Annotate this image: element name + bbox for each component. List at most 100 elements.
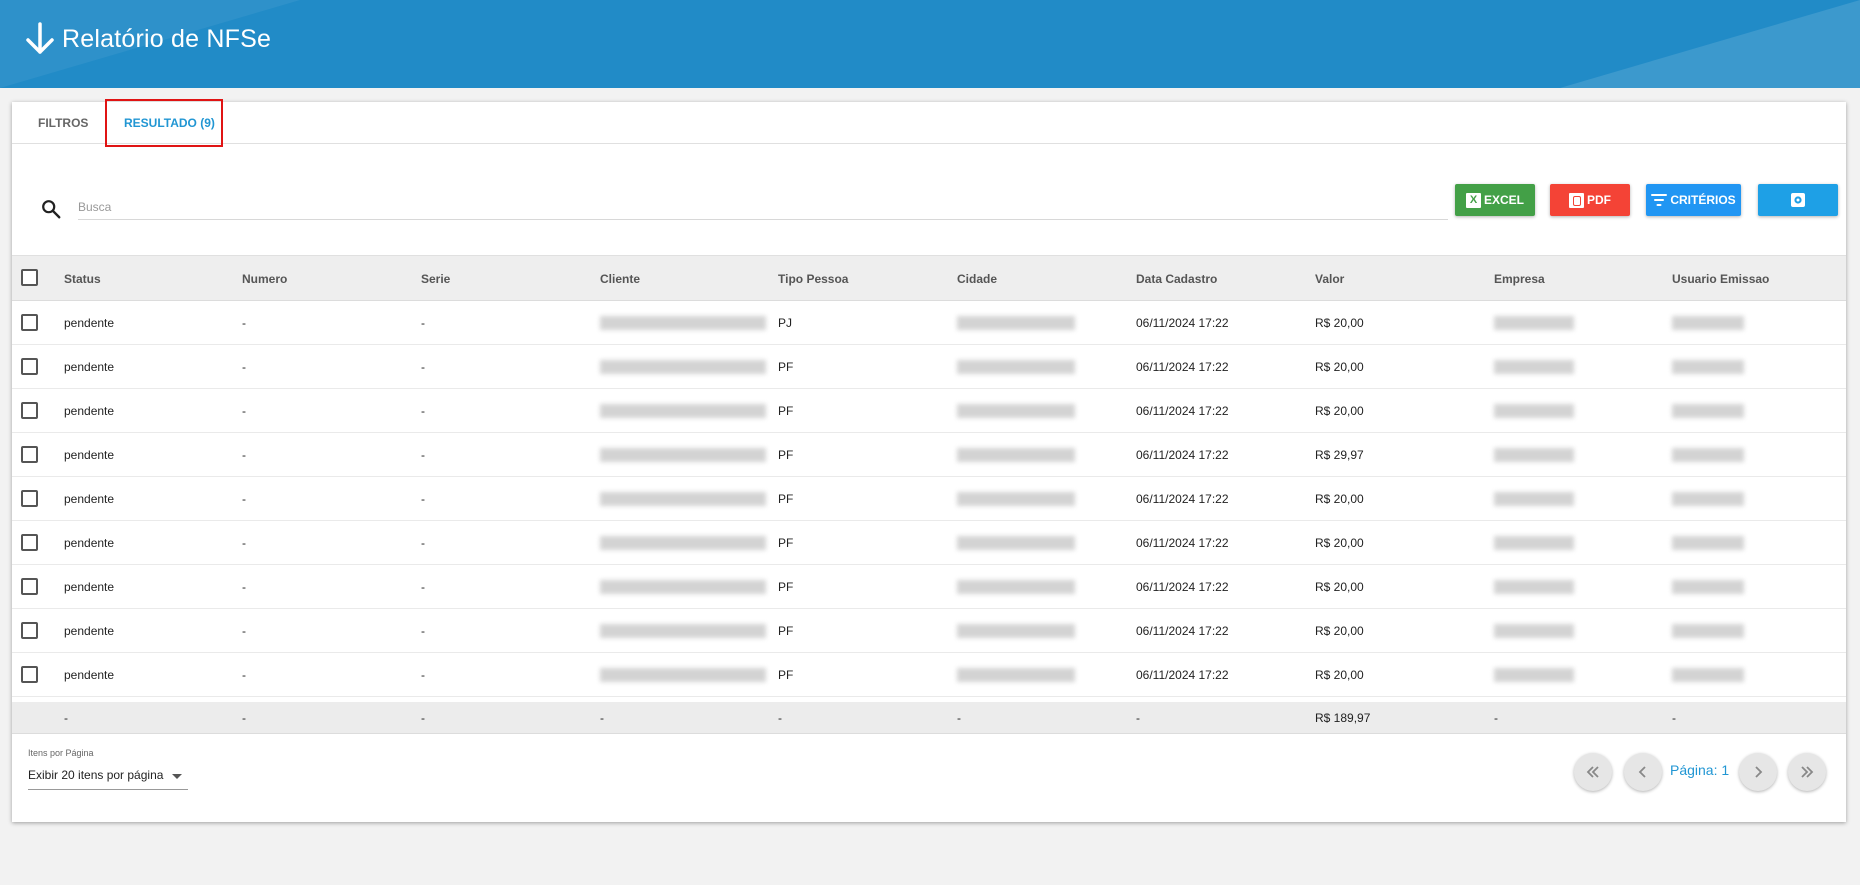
items-per-page-select[interactable]: Exibir 20 itens por página xyxy=(28,764,188,790)
cell-tipo-pessoa: PF xyxy=(778,624,794,638)
row-checkbox[interactable] xyxy=(21,490,38,507)
cell-status: pendente xyxy=(64,448,115,462)
cell-numero: - xyxy=(242,360,246,374)
column-header[interactable]: Usuario Emissao xyxy=(1672,256,1769,302)
cell-data-cadastro: 06/11/2024 17:22 xyxy=(1136,448,1229,462)
table-row[interactable]: pendente - - PF 06/11/2024 17:22 R$ 29,97 xyxy=(12,433,1846,477)
cell-usuario-redacted xyxy=(1672,624,1744,638)
column-header[interactable]: Serie xyxy=(421,256,450,302)
row-checkbox[interactable] xyxy=(21,314,38,331)
cell-status: pendente xyxy=(64,668,115,682)
cell-cidade-redacted xyxy=(957,448,1075,462)
column-header[interactable]: Cidade xyxy=(957,256,997,302)
previous-page-button[interactable] xyxy=(1624,753,1662,791)
search-bar xyxy=(28,186,1448,220)
cell-numero: - xyxy=(242,536,246,550)
report-card: FILTROS RESULTADO (9) X EXCEL PDF CRITÉR… xyxy=(12,99,1846,822)
table-row[interactable]: pendente - - PF 06/11/2024 17:22 R$ 20,00 xyxy=(12,521,1846,565)
tab-filtros[interactable]: FILTROS xyxy=(38,102,88,144)
chevron-right-icon xyxy=(1755,766,1763,778)
row-checkbox[interactable] xyxy=(21,402,38,419)
cell-cliente-redacted xyxy=(600,448,766,462)
column-header[interactable]: Empresa xyxy=(1494,256,1545,302)
settings-button[interactable] xyxy=(1758,184,1838,216)
column-header[interactable]: Data Cadastro xyxy=(1136,256,1217,302)
pdf-button[interactable]: PDF xyxy=(1550,184,1630,216)
column-header[interactable]: Status xyxy=(64,256,101,302)
cell-status: pendente xyxy=(64,492,115,506)
column-header[interactable]: Tipo Pessoa xyxy=(778,256,848,302)
cell-tipo-pessoa: PJ xyxy=(778,316,793,330)
row-checkbox[interactable] xyxy=(21,534,38,551)
cell-usuario-redacted xyxy=(1672,668,1744,682)
total-status: - xyxy=(64,711,68,725)
cell-data-cadastro: 06/11/2024 17:22 xyxy=(1136,580,1229,594)
cell-empresa-redacted xyxy=(1494,360,1574,374)
cell-valor: R$ 20,00 xyxy=(1315,492,1364,506)
total-numero: - xyxy=(242,711,246,725)
cell-usuario-redacted xyxy=(1672,316,1744,330)
cell-data-cadastro: 06/11/2024 17:22 xyxy=(1136,624,1229,638)
excel-button[interactable]: X EXCEL xyxy=(1455,184,1535,216)
cell-tipo-pessoa: PF xyxy=(778,536,794,550)
cell-numero: - xyxy=(242,492,246,506)
table-row[interactable]: pendente - - PF 06/11/2024 17:22 R$ 20,00 xyxy=(12,389,1846,433)
column-header[interactable]: Valor xyxy=(1315,256,1344,302)
select-all-checkbox[interactable] xyxy=(21,269,38,286)
pdf-icon xyxy=(1569,192,1584,208)
cell-numero: - xyxy=(242,580,246,594)
cell-cidade-redacted xyxy=(957,624,1075,638)
table-row[interactable]: pendente - - PF 06/11/2024 17:22 R$ 20,00 xyxy=(12,477,1846,521)
row-checkbox[interactable] xyxy=(21,358,38,375)
total-usuario: - xyxy=(1672,711,1676,725)
cell-cidade-redacted xyxy=(957,668,1075,682)
search-icon xyxy=(42,200,61,219)
table-row[interactable]: pendente - - PF 06/11/2024 17:22 R$ 20,00 xyxy=(12,565,1846,609)
table-row[interactable]: pendente - - PF 06/11/2024 17:22 R$ 20,00 xyxy=(12,653,1846,697)
criterios-button[interactable]: CRITÉRIOS xyxy=(1646,184,1741,216)
filter-icon xyxy=(1651,194,1668,206)
total-cliente: - xyxy=(600,711,604,725)
page-title: Relatório de NFSe xyxy=(62,24,272,53)
cell-usuario-redacted xyxy=(1672,448,1744,462)
cell-serie: - xyxy=(421,360,425,374)
table-row[interactable]: pendente - - PJ 06/11/2024 17:22 R$ 20,00 xyxy=(12,301,1846,345)
table-row[interactable]: pendente - - PF 06/11/2024 17:22 R$ 20,00 xyxy=(12,609,1846,653)
search-input[interactable] xyxy=(78,194,1448,220)
arrow-down-icon xyxy=(26,22,54,54)
cell-empresa-redacted xyxy=(1494,668,1574,682)
cell-cliente-redacted xyxy=(600,360,766,374)
tab-bar: FILTROS RESULTADO (9) xyxy=(12,99,1846,147)
row-checkbox[interactable] xyxy=(21,578,38,595)
cell-cidade-redacted xyxy=(957,316,1075,330)
row-checkbox[interactable] xyxy=(21,666,38,683)
cell-cliente-redacted xyxy=(600,668,766,682)
cell-valor: R$ 20,00 xyxy=(1315,668,1364,682)
excel-icon: X xyxy=(1465,192,1481,208)
cell-serie: - xyxy=(421,492,425,506)
column-header[interactable]: Cliente xyxy=(600,256,640,302)
cell-status: pendente xyxy=(64,360,115,374)
table-row[interactable]: pendente - - PF 06/11/2024 17:22 R$ 20,00 xyxy=(12,345,1846,389)
row-checkbox[interactable] xyxy=(21,622,38,639)
criterios-button-label: CRITÉRIOS xyxy=(1670,193,1736,207)
double-chevron-left-icon xyxy=(1586,766,1599,778)
cell-usuario-redacted xyxy=(1672,580,1744,594)
cell-tipo-pessoa: PF xyxy=(778,668,794,682)
tab-resultado[interactable]: RESULTADO (9) xyxy=(124,102,215,144)
double-chevron-right-icon xyxy=(1801,766,1814,778)
cell-usuario-redacted xyxy=(1672,536,1744,550)
cell-serie: - xyxy=(421,624,425,638)
cell-cliente-redacted xyxy=(600,536,766,550)
column-header[interactable]: Numero xyxy=(242,256,287,302)
cell-serie: - xyxy=(421,580,425,594)
next-page-button[interactable] xyxy=(1739,753,1777,791)
first-page-button[interactable] xyxy=(1574,753,1612,791)
cell-numero: - xyxy=(242,448,246,462)
cell-data-cadastro: 06/11/2024 17:22 xyxy=(1136,536,1229,550)
cell-data-cadastro: 06/11/2024 17:22 xyxy=(1136,404,1229,418)
items-per-page-label: Itens por Página xyxy=(28,748,94,758)
last-page-button[interactable] xyxy=(1788,753,1826,791)
cell-serie: - xyxy=(421,448,425,462)
row-checkbox[interactable] xyxy=(21,446,38,463)
